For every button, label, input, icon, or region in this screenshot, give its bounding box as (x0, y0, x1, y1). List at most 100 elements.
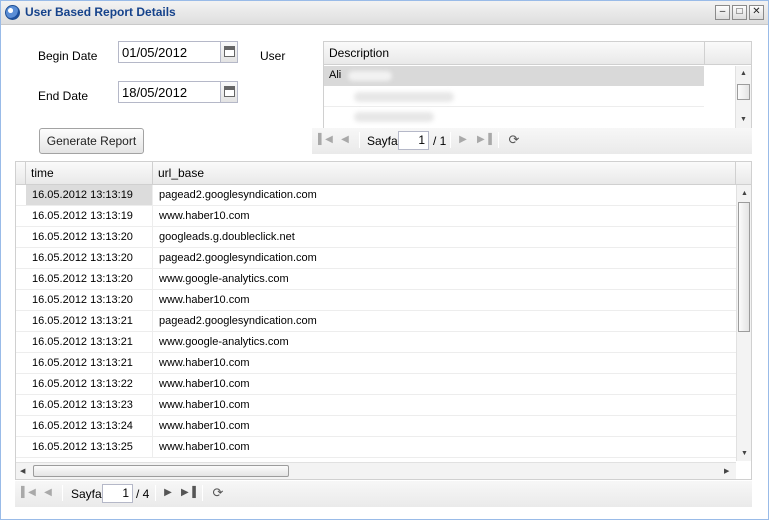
table-row[interactable]: 16.05.2012 13:13:20 www.google-analytics.… (16, 269, 736, 290)
user-grid: Description Ali ▲ ▼ (323, 41, 752, 129)
first-page-icon[interactable]: ▌◀ (318, 133, 333, 147)
time-cell: 16.05.2012 13:13:22 (26, 374, 153, 394)
toolbar-separator (202, 485, 203, 501)
url-base-cell: www.haber10.com (159, 378, 250, 390)
table-row[interactable]: 16.05.2012 13:13:19 www.haber10.com (16, 206, 736, 227)
previous-page-icon[interactable]: ◀ (41, 486, 55, 500)
toolbar-separator (155, 485, 156, 501)
report-grid-vertical-scrollbar[interactable]: ▲ ▼ (736, 185, 751, 461)
table-row[interactable]: 16.05.2012 13:13:22 www.haber10.com (16, 374, 736, 395)
title-bar[interactable]: User Based Report Details – □ ✕ (1, 1, 768, 25)
time-cell: 16.05.2012 13:13:21 (26, 332, 153, 352)
begin-date-picker-button[interactable] (220, 42, 237, 62)
last-page-icon[interactable]: ▶▐ (181, 486, 196, 500)
end-date-picker-button[interactable] (220, 82, 237, 102)
app-globe-icon (5, 5, 20, 20)
table-row[interactable]: 16.05.2012 13:13:23 www.haber10.com (16, 395, 736, 416)
user-row[interactable] (324, 108, 704, 128)
toolbar-separator (359, 132, 360, 148)
time-cell: 16.05.2012 13:13:21 (26, 353, 153, 373)
calendar-icon (224, 86, 235, 97)
time-cell: 16.05.2012 13:13:20 (26, 269, 153, 289)
table-row[interactable]: 16.05.2012 13:13:20 pagead2.googlesyndica… (16, 248, 736, 269)
report-grid-pager: ▌◀ ◀ Sayfa 1 / 4 ▶ ▶▐ ⟳ (15, 481, 752, 507)
description-column-header[interactable]: Description (324, 42, 705, 64)
calendar-icon (224, 46, 235, 57)
first-page-icon[interactable]: ▌◀ (21, 486, 36, 500)
scroll-thumb[interactable] (737, 84, 750, 100)
page-number-input[interactable]: 1 (102, 484, 133, 503)
maximize-icon[interactable]: □ (732, 5, 747, 20)
user-row-selected[interactable]: Ali (324, 66, 704, 86)
user-grid-vertical-scrollbar[interactable]: ▲ ▼ (735, 66, 751, 128)
url-base-column-header[interactable]: url_base (153, 162, 736, 184)
page-number-input[interactable]: 1 (398, 131, 429, 150)
user-name: Ali (329, 69, 342, 81)
time-cell: 16.05.2012 13:13:23 (26, 395, 153, 415)
report-grid-header: time url_base (16, 162, 751, 185)
table-row[interactable]: 16.05.2012 13:13:21 www.google-analytics.… (16, 332, 736, 353)
next-page-icon[interactable]: ▶ (161, 486, 175, 500)
scroll-down-arrow-icon[interactable]: ▼ (741, 450, 748, 458)
redacted-text (348, 71, 392, 81)
user-label: User (260, 49, 286, 63)
begin-date-value: 01/05/2012 (122, 45, 188, 60)
url-base-cell: www.google-analytics.com (159, 273, 289, 285)
row-numberer-header (16, 162, 26, 184)
table-row[interactable]: 16.05.2012 13:13:20 googleads.g.doublecli… (16, 227, 736, 248)
user-row[interactable] (324, 87, 704, 107)
url-base-cell: pagead2.googlesyndication.com (159, 189, 317, 201)
report-grid: time url_base 16.05.2012 13:13:19 pagead2… (15, 161, 752, 480)
scroll-thumb[interactable] (738, 202, 750, 332)
table-row[interactable]: 16.05.2012 13:13:25 www.haber10.com (16, 437, 736, 458)
report-grid-horizontal-scrollbar[interactable]: ◀ ▶ (16, 462, 736, 479)
begin-date-label: Begin Date (38, 49, 98, 63)
refresh-icon[interactable]: ⟳ (507, 133, 521, 147)
url-base-cell: pagead2.googlesyndication.com (159, 315, 317, 327)
url-base-cell: www.google-analytics.com (159, 336, 289, 348)
page-label: Sayfa (367, 134, 398, 148)
end-date-label: End Date (38, 89, 89, 103)
url-base-cell: www.haber10.com (159, 399, 250, 411)
scroll-left-arrow-icon[interactable]: ◀ (20, 468, 25, 476)
close-icon[interactable]: ✕ (749, 5, 764, 20)
next-page-icon[interactable]: ▶ (456, 133, 470, 147)
refresh-icon[interactable]: ⟳ (211, 486, 225, 500)
scroll-up-arrow-icon[interactable]: ▲ (740, 70, 747, 78)
scroll-thumb[interactable] (33, 465, 289, 477)
url-base-cell: pagead2.googlesyndication.com (159, 252, 317, 264)
toolbar-separator (450, 132, 451, 148)
user-grid-pager: ▌◀ ◀ Sayfa 1 / 1 ▶ ▶▐ ⟳ (312, 128, 752, 154)
page-label: Sayfa (71, 487, 102, 501)
report-grid-body: 16.05.2012 13:13:19 pagead2.googlesyndica… (16, 185, 736, 460)
url-base-cell: www.haber10.com (159, 294, 250, 306)
table-row[interactable]: 16.05.2012 13:13:21 www.haber10.com (16, 353, 736, 374)
time-cell: 16.05.2012 13:13:20 (26, 290, 153, 310)
report-window: User Based Report Details – □ ✕ Begin Da… (0, 0, 769, 520)
end-date-value: 18/05/2012 (122, 85, 188, 100)
generate-report-button[interactable]: Generate Report (39, 128, 144, 154)
last-page-icon[interactable]: ▶▐ (477, 133, 492, 147)
scroll-up-arrow-icon[interactable]: ▲ (741, 190, 748, 198)
page-total: / 4 (136, 487, 150, 501)
toolbar-separator (62, 485, 63, 501)
time-cell: 16.05.2012 13:13:25 (26, 437, 153, 457)
scroll-down-arrow-icon[interactable]: ▼ (740, 116, 747, 124)
end-date-field[interactable]: 18/05/2012 (118, 81, 238, 103)
url-base-cell: googleads.g.doubleclick.net (159, 231, 295, 243)
window-title: User Based Report Details (25, 5, 176, 19)
previous-page-icon[interactable]: ◀ (338, 133, 352, 147)
scroll-right-arrow-icon[interactable]: ▶ (724, 468, 729, 476)
minimize-icon[interactable]: – (715, 5, 730, 20)
url-base-cell: www.haber10.com (159, 441, 250, 453)
table-row[interactable]: 16.05.2012 13:13:20 www.haber10.com (16, 290, 736, 311)
time-cell: 16.05.2012 13:13:19 (26, 185, 153, 205)
table-row[interactable]: 16.05.2012 13:13:21 pagead2.googlesyndica… (16, 311, 736, 332)
url-base-cell: www.haber10.com (159, 210, 250, 222)
time-column-header[interactable]: time (26, 162, 153, 184)
begin-date-field[interactable]: 01/05/2012 (118, 41, 238, 63)
page-total: / 1 (433, 134, 447, 148)
table-row[interactable]: 16.05.2012 13:13:19 pagead2.googlesyndica… (16, 185, 736, 206)
time-cell: 16.05.2012 13:13:20 (26, 227, 153, 247)
table-row[interactable]: 16.05.2012 13:13:24 www.haber10.com (16, 416, 736, 437)
